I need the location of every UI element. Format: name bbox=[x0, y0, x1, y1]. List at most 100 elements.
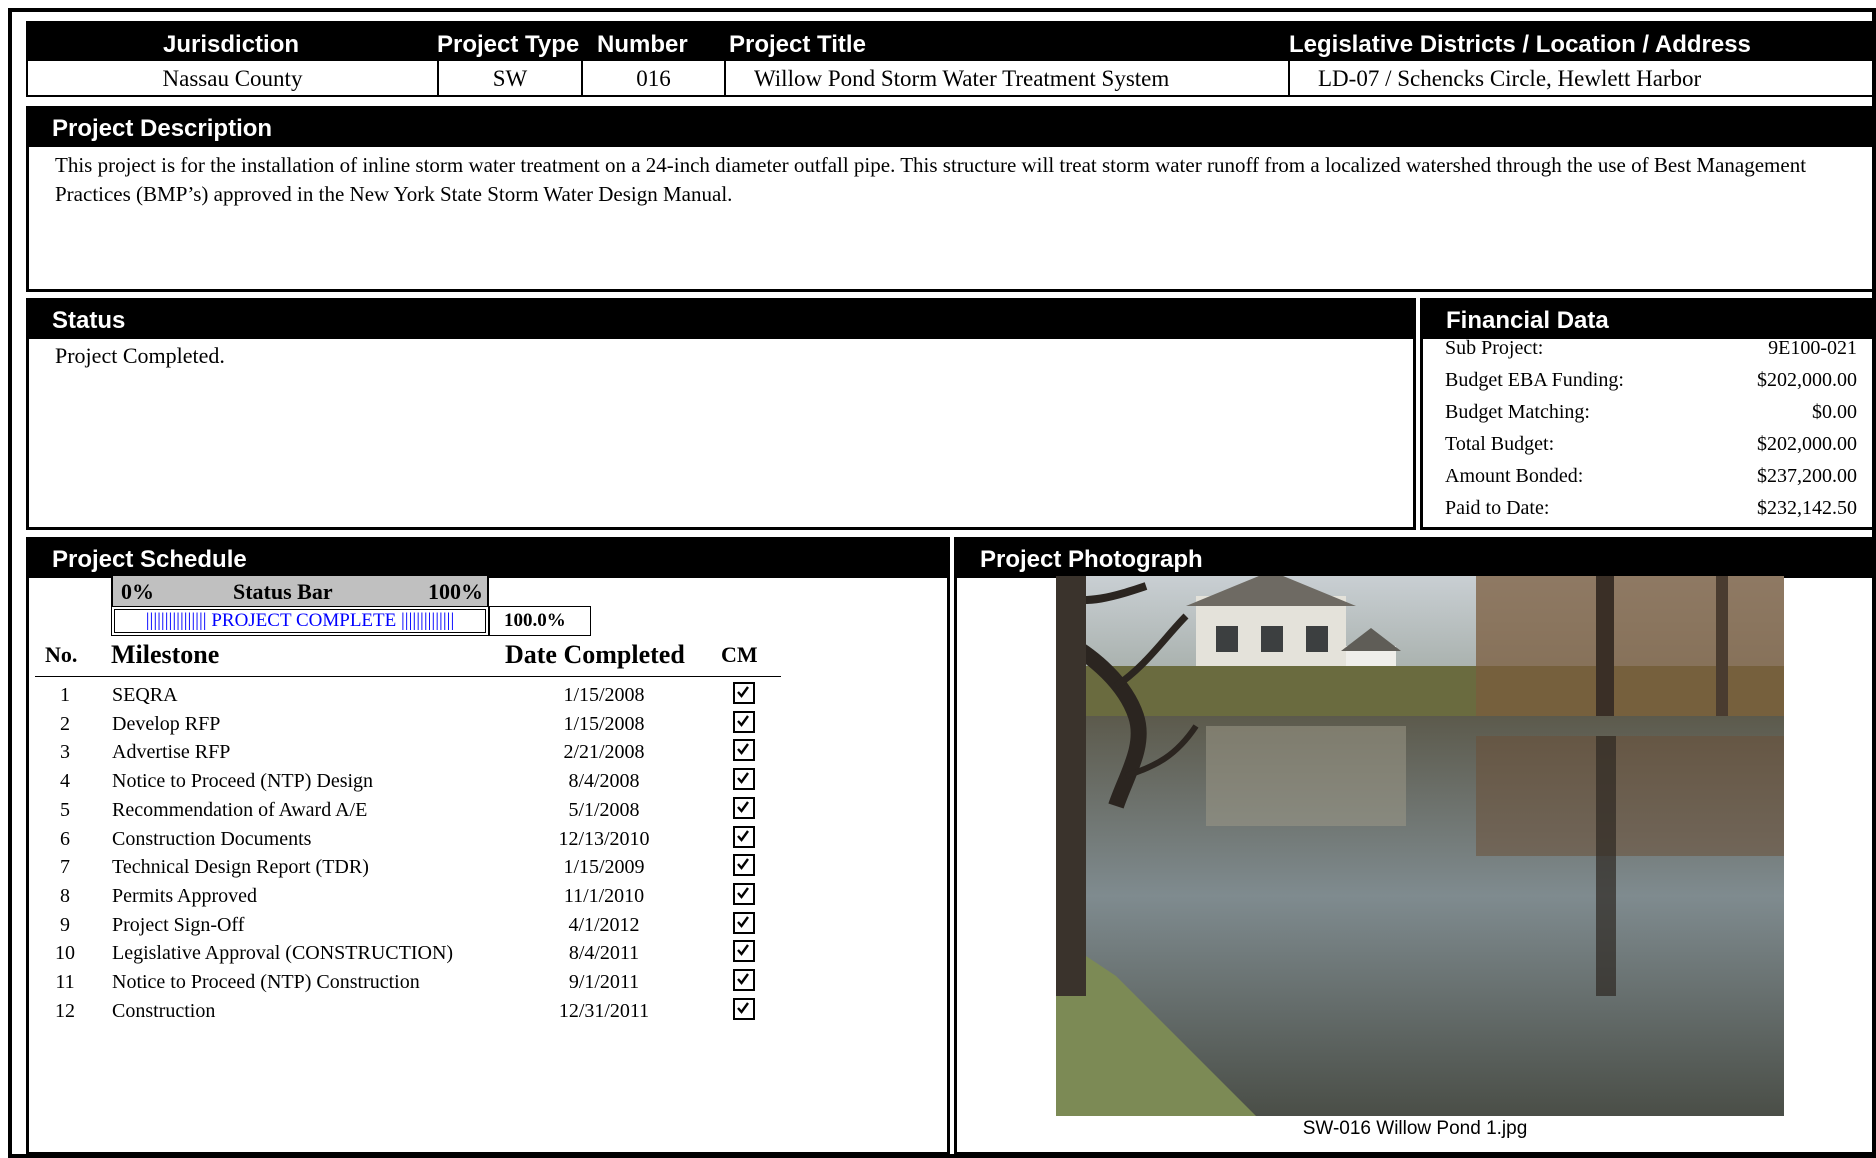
milestone-date: 12/31/2011 bbox=[558, 999, 650, 1022]
project-photo bbox=[1056, 576, 1784, 1116]
milestone-name: Notice to Proceed (NTP) Design bbox=[112, 770, 374, 793]
schedule-title: Project Schedule bbox=[26, 540, 950, 578]
location-value: LD-07 / Schencks Circle, Hewlett Harbor bbox=[1318, 66, 1702, 91]
completed-checkbox[interactable] bbox=[733, 739, 755, 762]
completed-checkbox[interactable] bbox=[733, 969, 755, 991]
milestone-date: 2/21/2008 bbox=[563, 741, 645, 764]
photograph-section: Project Photograph SW-016 Willow Pond 1.… bbox=[954, 537, 1876, 1155]
completed-checkbox[interactable] bbox=[733, 911, 755, 934]
milestone-number: 4 bbox=[60, 770, 70, 793]
milestone-date: 11/1/2010 bbox=[563, 884, 645, 907]
description-text: This project is for the installation of … bbox=[55, 153, 1807, 206]
financial-row: Total Budget: $202,000.00 bbox=[1423, 433, 1873, 465]
financial-section: Financial Data Sub Project: 9E100-021 Budg… bbox=[1420, 298, 1876, 530]
milestone-table: 1 SEQRA 1/15/2008 2 Develop RFP 1/15/2008 3 Adv… bbox=[29, 682, 809, 1024]
financial-label: Paid to Date: bbox=[1445, 497, 1550, 519]
milestone-row: 1 SEQRA 1/15/2008 bbox=[29, 682, 809, 712]
milestone-date: 8/4/2011 bbox=[568, 942, 640, 965]
milestone-date: 1/15/2008 bbox=[563, 684, 645, 706]
financial-value: $0.00 bbox=[1812, 401, 1857, 423]
status-bar-track: |||||||||||||||| PROJECT COMPLETE ||||||… bbox=[111, 606, 489, 636]
milestone-name: Construction bbox=[112, 999, 216, 1022]
financial-label: Sub Project: bbox=[1445, 337, 1544, 359]
financial-label: Budget EBA Funding: bbox=[1445, 369, 1624, 391]
status-bar-header: 0% Status Bar 100% bbox=[111, 574, 489, 608]
milestone-row: 9 Project Sign-Off 4/1/2012 bbox=[29, 911, 809, 942]
col-header-date: Date Completed bbox=[505, 640, 685, 669]
milestone-row: 3 Advertise RFP 2/21/2008 bbox=[29, 739, 809, 769]
milestone-date: 1/15/2008 bbox=[563, 712, 645, 735]
milestone-number: 7 bbox=[60, 856, 70, 879]
financial-row: Budget Matching: $0.00 bbox=[1423, 401, 1873, 433]
milestone-name: Construction Documents bbox=[112, 827, 312, 850]
milestone-date: 5/1/2008 bbox=[568, 798, 640, 821]
milestone-number: 11 bbox=[55, 971, 75, 993]
status-title: Status bbox=[26, 301, 1416, 339]
header-values-row: Nassau County SW 016 Willow Pond Storm W… bbox=[26, 59, 1876, 97]
completed-checkbox[interactable] bbox=[733, 710, 755, 733]
milestone-number: 1 bbox=[60, 684, 70, 706]
milestone-row: 4 Notice to Proceed (NTP) Design 8/4/2008 bbox=[29, 768, 809, 798]
financial-row: Budget EBA Funding: $202,000.00 bbox=[1423, 369, 1873, 401]
schedule-section: Project Schedule 0% Status Bar 100% ||||… bbox=[26, 537, 950, 1155]
header-band: Jurisdiction Project Type Number Project… bbox=[26, 21, 1876, 59]
project-type-header: Project Type bbox=[437, 31, 580, 58]
completed-checkbox[interactable] bbox=[733, 768, 755, 791]
milestone-number: 6 bbox=[60, 827, 70, 850]
completed-checkbox[interactable] bbox=[733, 997, 755, 1020]
number-header: Number bbox=[597, 31, 688, 58]
project-title-header: Project Title bbox=[729, 31, 866, 58]
financial-label: Amount Bonded: bbox=[1445, 465, 1584, 487]
financial-value: $237,200.00 bbox=[1757, 465, 1857, 487]
milestone-date: 12/13/2010 bbox=[558, 827, 650, 850]
milestone-number: 12 bbox=[55, 999, 75, 1022]
completed-checkbox[interactable] bbox=[733, 882, 755, 905]
project-title-value: Willow Pond Storm Water Treatment System bbox=[726, 61, 1290, 97]
status-bar-text: |||||||||||||||| PROJECT COMPLETE ||||||… bbox=[145, 610, 455, 631]
milestone-row: 5 Recommendation of Award A/E 5/1/2008 bbox=[29, 796, 809, 827]
status-bar-min-label: 0% bbox=[121, 579, 154, 604]
milestone-row: 10 Legislative Approval (CONSTRUCTION) 8/4… bbox=[29, 940, 809, 970]
milestone-name: Develop RFP bbox=[112, 712, 221, 735]
milestone-date: 8/4/2008 bbox=[568, 770, 640, 793]
financial-value: 9E100-021 bbox=[1768, 337, 1857, 359]
milestone-name: Technical Design Report (TDR) bbox=[112, 856, 369, 879]
financial-label: Budget Matching: bbox=[1445, 401, 1590, 423]
milestone-row: 2 Develop RFP 1/15/2008 bbox=[29, 710, 809, 741]
financial-table: Sub Project: 9E100-021 Budget EBA Funding:… bbox=[1423, 337, 1873, 527]
milestone-number: 2 bbox=[60, 712, 70, 735]
status-bar-title: Status Bar bbox=[233, 579, 333, 604]
status-bar-max-label: 100% bbox=[428, 579, 483, 604]
milestone-name: Legislative Approval (CONSTRUCTION) bbox=[112, 942, 454, 965]
completed-checkbox[interactable] bbox=[733, 854, 755, 877]
financial-value: $232,142.50 bbox=[1757, 497, 1857, 519]
milestone-name: Project Sign-Off bbox=[112, 913, 245, 936]
milestone-number: 3 bbox=[60, 741, 70, 764]
status-text: Project Completed. bbox=[55, 343, 225, 368]
milestone-date: 1/15/2009 bbox=[563, 856, 645, 879]
milestone-number: 10 bbox=[55, 942, 75, 965]
completed-checkbox[interactable] bbox=[733, 940, 755, 963]
completed-checkbox[interactable] bbox=[733, 796, 755, 819]
financial-label: Total Budget: bbox=[1445, 433, 1555, 455]
milestone-name: Recommendation of Award A/E bbox=[112, 798, 368, 821]
description-title: Project Description bbox=[26, 109, 1876, 147]
milestone-row: 8 Permits Approved 11/1/2010 bbox=[29, 882, 809, 913]
financial-row: Amount Bonded: $237,200.00 bbox=[1423, 465, 1873, 497]
milestone-number: 5 bbox=[60, 798, 70, 821]
milestone-number: 8 bbox=[60, 884, 70, 907]
milestone-name: Advertise RFP bbox=[112, 741, 231, 764]
milestone-number: 9 bbox=[60, 913, 70, 936]
financial-value: $202,000.00 bbox=[1757, 433, 1857, 455]
completed-checkbox[interactable] bbox=[733, 682, 755, 704]
milestone-row: 7 Technical Design Report (TDR) 1/15/2009 bbox=[29, 854, 809, 884]
jurisdiction-value: Nassau County bbox=[28, 61, 439, 97]
completed-checkbox[interactable] bbox=[733, 825, 755, 848]
milestone-name: Permits Approved bbox=[112, 884, 257, 907]
financial-row: Sub Project: 9E100-021 bbox=[1423, 337, 1873, 369]
status-bar-fill: |||||||||||||||| PROJECT COMPLETE ||||||… bbox=[114, 609, 486, 633]
description-section: Project Description This project is for … bbox=[26, 106, 1876, 292]
milestone-date: 4/1/2012 bbox=[568, 913, 640, 936]
project-type-value: SW bbox=[439, 61, 583, 97]
col-header-cm: CM bbox=[721, 642, 758, 667]
